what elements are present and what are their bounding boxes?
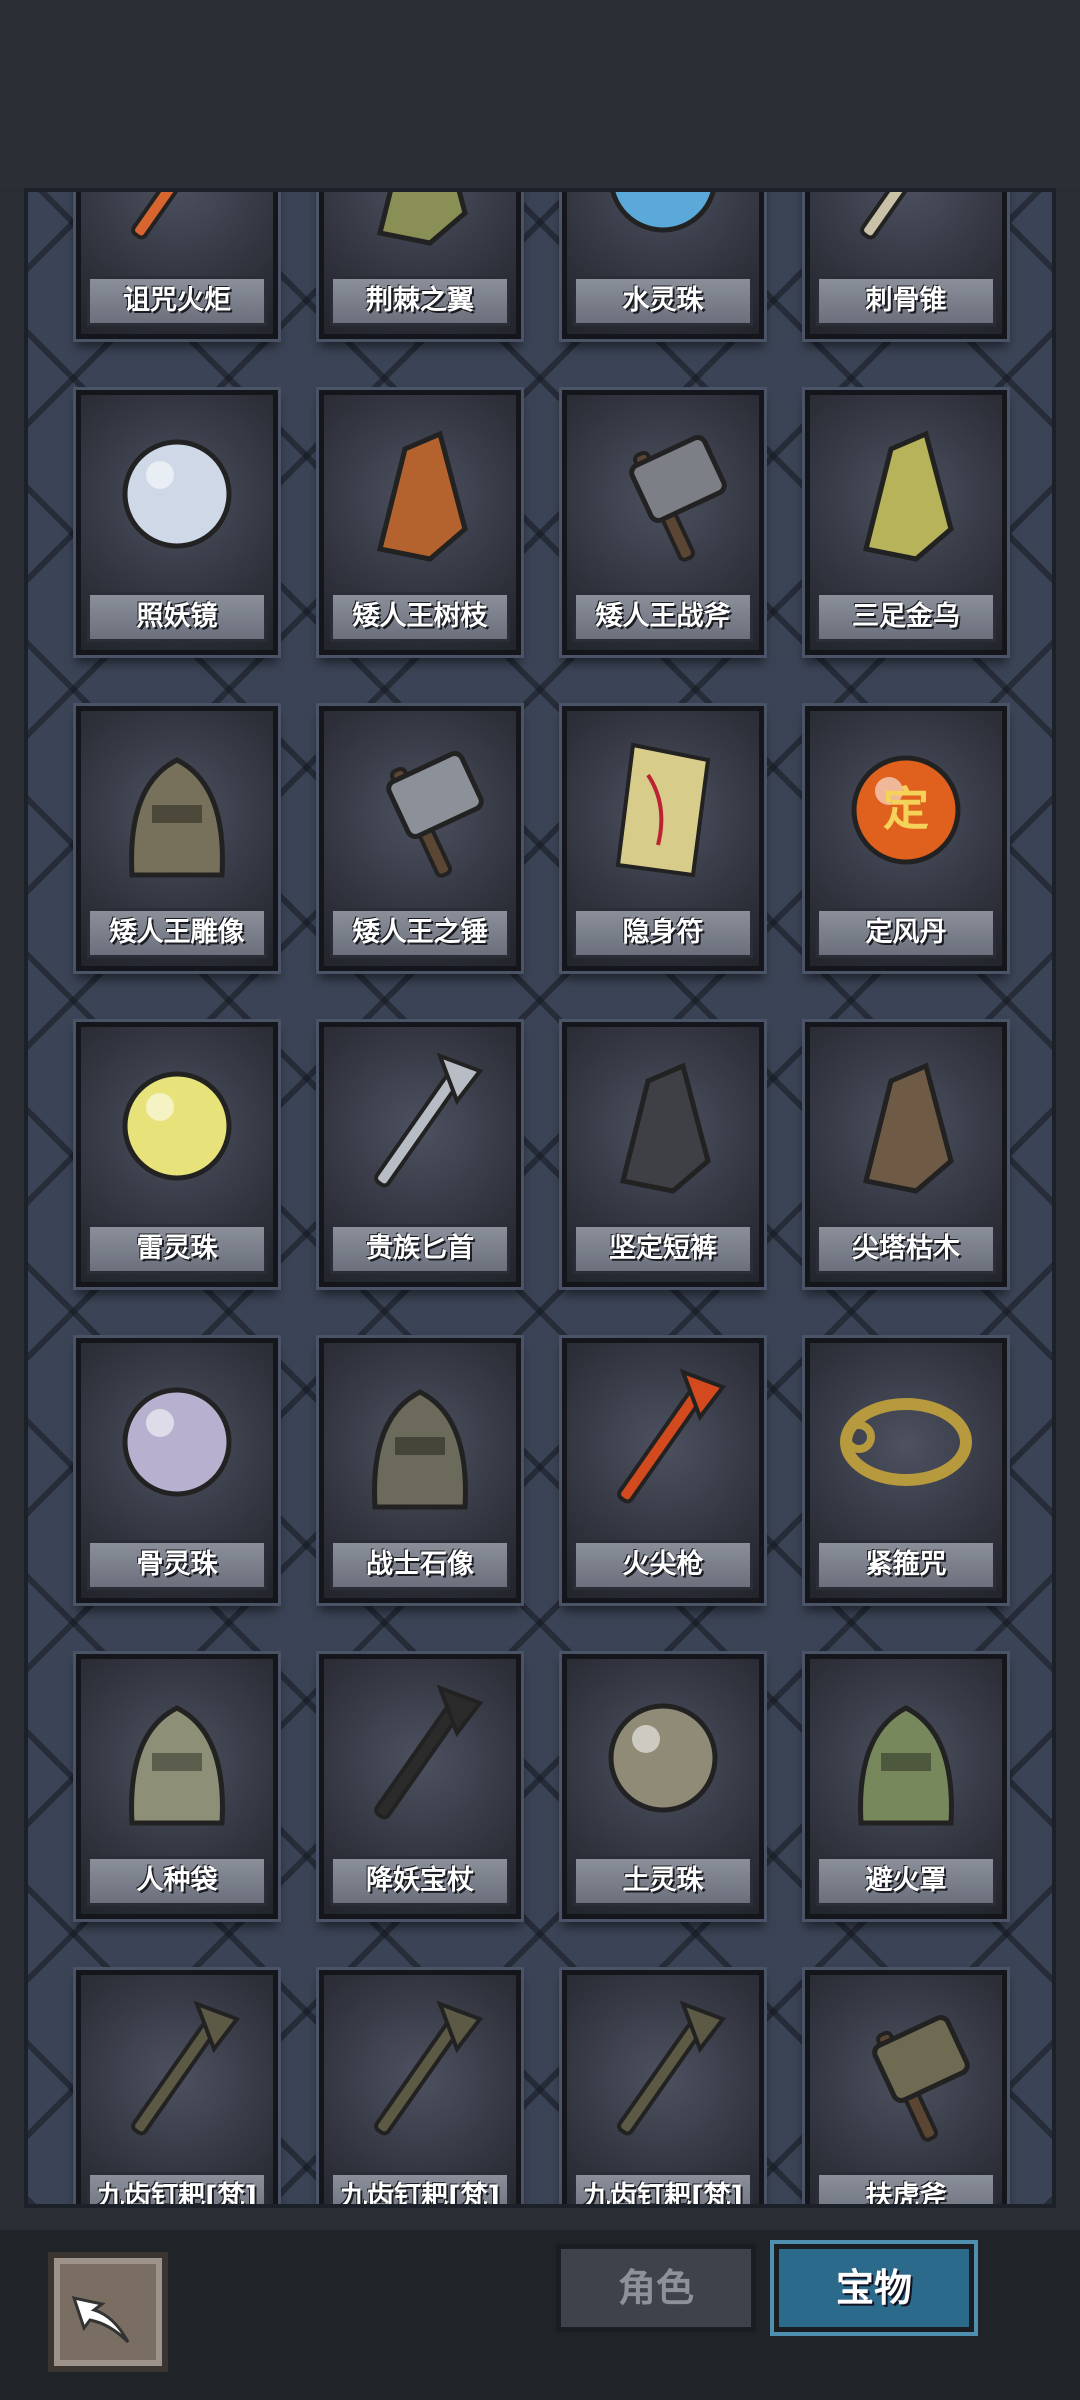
wing-icon (376, 192, 468, 246)
treasure-name: 骨灵珠 (87, 1540, 267, 1590)
treasure-card[interactable]: 降妖宝杖 (319, 1654, 521, 1919)
torch-icon (131, 192, 221, 240)
talisman-icon (615, 742, 711, 878)
treasure-card[interactable]: 矮人王雕像 (76, 706, 278, 971)
battle-axe-icon (629, 435, 727, 562)
fire-spear-icon (617, 1368, 727, 1504)
treasure-name: 尖塔枯木 (816, 1224, 996, 1274)
treasure-card[interactable]: 火尖枪 (562, 1338, 764, 1603)
headband-icon (840, 1398, 972, 1486)
treasure-card[interactable]: 扶虎斧 (805, 1970, 1007, 2204)
treasure-name: 九齿钉耙[梵] (87, 2172, 267, 2204)
treasure-card[interactable]: 九齿钉耙[梵] (76, 1970, 278, 2204)
treasure-card[interactable]: 刺骨锥 (805, 192, 1007, 339)
rake-icon (131, 2000, 241, 2136)
treasure-card[interactable]: 九齿钉耙[梵] (562, 1970, 764, 2204)
treasure-card[interactable]: 三足金乌 (805, 390, 1007, 655)
treasure-name: 矮人王战斧 (573, 592, 753, 642)
treasure-name: 避火罩 (816, 1856, 996, 1906)
branch-icon (376, 430, 468, 562)
rake-icon (374, 2000, 484, 2136)
treasure-card[interactable]: 尖塔枯木 (805, 1022, 1007, 1287)
earth-orb-icon (608, 1703, 718, 1813)
treasure-name: 降妖宝杖 (330, 1856, 510, 1906)
treasure-card[interactable]: 定定风丹 (805, 706, 1007, 971)
treasure-card[interactable]: 隐身符 (562, 706, 764, 971)
treasure-name: 紧箍咒 (816, 1540, 996, 1590)
treasure-card[interactable]: 矮人王树枝 (319, 390, 521, 655)
treasure-card[interactable]: 照妖镜 (76, 390, 278, 655)
bone-orb-icon (122, 1387, 232, 1497)
treasure-name: 水灵珠 (573, 276, 753, 326)
statue-icon (129, 757, 225, 878)
treasure-card[interactable]: 人种袋 (76, 1654, 278, 1919)
shorts-icon (619, 1062, 711, 1194)
tab-role[interactable]: 角色 (556, 2244, 756, 2332)
golden-crow-icon (862, 430, 954, 562)
stone-warrior-icon (372, 1389, 468, 1510)
treasure-name: 贵族匕首 (330, 1224, 510, 1274)
hammer-icon (386, 751, 484, 878)
back-button[interactable] (48, 2252, 168, 2372)
tab-treasure[interactable]: 宝物 (774, 2244, 974, 2332)
mirror-icon (122, 439, 232, 549)
treasure-name: 诅咒火炬 (87, 276, 267, 326)
dead-wood-icon (862, 1062, 954, 1194)
treasure-name: 照妖镜 (87, 592, 267, 642)
pill-glyph: 定 (883, 782, 929, 836)
staff-icon (374, 1684, 484, 1820)
dagger-icon (374, 1052, 484, 1188)
treasure-card[interactable]: 战士石像 (319, 1338, 521, 1603)
treasure-card[interactable]: 紧箍咒 (805, 1338, 1007, 1603)
treasure-name: 刺骨锥 (816, 276, 996, 326)
fire-mask-icon (858, 1705, 954, 1826)
treasure-name: 隐身符 (573, 908, 753, 958)
treasure-name: 定风丹 (816, 908, 996, 958)
treasure-name: 三足金乌 (816, 592, 996, 642)
treasure-name: 矮人王之锤 (330, 908, 510, 958)
treasure-panel[interactable]: 诅咒火炬 荆棘之翼 水灵珠 刺骨锥照妖镜 矮人王树枝 矮人王战斧 三足金乌矮人王雕像 矮人王之… (24, 188, 1056, 2208)
bone-awl-icon (860, 192, 950, 240)
treasure-card[interactable]: 水灵珠 (562, 192, 764, 339)
water-orb-icon (610, 192, 716, 233)
wind-pill-icon: 定 (851, 755, 961, 865)
treasure-card[interactable]: 骨灵珠 (76, 1338, 278, 1603)
treasure-name: 土灵珠 (573, 1856, 753, 1906)
treasure-card[interactable]: 贵族匕首 (319, 1022, 521, 1287)
treasure-name: 荆棘之翼 (330, 276, 510, 326)
treasure-name: 矮人王雕像 (87, 908, 267, 958)
treasure-name: 人种袋 (87, 1856, 267, 1906)
rake-icon (617, 2000, 727, 2136)
treasure-card[interactable]: 矮人王战斧 (562, 390, 764, 655)
treasure-card[interactable]: 坚定短裤 (562, 1022, 764, 1287)
treasure-name: 九齿钉耙[梵] (573, 2172, 753, 2204)
treasure-name: 雷灵珠 (87, 1224, 267, 1274)
treasure-name: 九齿钉耙[梵] (330, 2172, 510, 2204)
treasure-name: 坚定短裤 (573, 1224, 753, 1274)
thunder-orb-icon (122, 1071, 232, 1181)
treasure-name: 矮人王树枝 (330, 592, 510, 642)
treasure-card[interactable]: 九齿钉耙[梵] (319, 1970, 521, 2204)
treasure-card[interactable]: 雷灵珠 (76, 1022, 278, 1287)
top-bar (0, 0, 1080, 188)
treasure-name: 扶虎斧 (816, 2172, 996, 2204)
treasure-card[interactable]: 荆棘之翼 (319, 192, 521, 339)
treasure-card[interactable]: 矮人王之锤 (319, 706, 521, 971)
treasure-name: 战士石像 (330, 1540, 510, 1590)
bag-icon (129, 1705, 225, 1826)
axe-icon (872, 2015, 970, 2142)
treasure-card[interactable]: 诅咒火炬 (76, 192, 278, 339)
treasure-card[interactable]: 土灵珠 (562, 1654, 764, 1919)
treasure-name: 火尖枪 (573, 1540, 753, 1590)
treasure-card[interactable]: 避火罩 (805, 1654, 1007, 1919)
back-arrow-icon (71, 2295, 130, 2344)
bottom-bar: 角色 宝物 (0, 2230, 1080, 2400)
